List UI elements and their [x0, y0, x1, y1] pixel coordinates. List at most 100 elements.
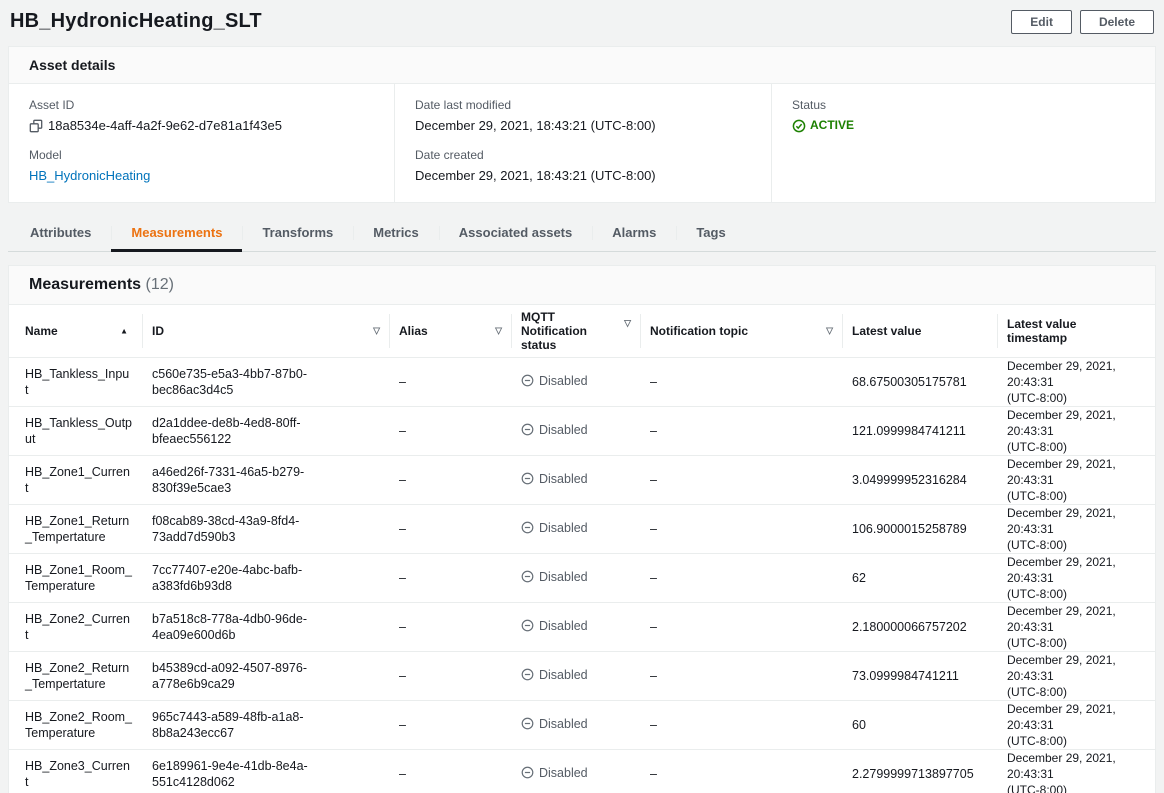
- edit-button[interactable]: Edit: [1011, 10, 1072, 34]
- measurements-table: Name ▲ ID ▽ Alias ▽ MQTT Notification st…: [9, 305, 1155, 793]
- cell-latest-value-timestamp: December 29, 2021, 20:43:31 (UTC-8:00): [997, 455, 1155, 505]
- page-header: HB_HydronicHeating_SLT Edit Delete: [0, 0, 1164, 46]
- tab-metrics[interactable]: Metrics: [353, 217, 439, 251]
- cell-latest-value-timestamp: December 29, 2021, 20:43:31 (UTC-8:00): [997, 700, 1155, 750]
- column-header-latest-value: Latest value: [842, 305, 997, 358]
- measurement-id: c560e735-e5a3-4bb7-87b0-bec86ac3d4c5: [152, 367, 307, 397]
- latest-value: 3.049999952316284: [852, 473, 967, 487]
- cell-latest-value: 106.9000015258789: [842, 504, 997, 554]
- copy-icon[interactable]: [29, 119, 43, 133]
- measurement-alias: –: [399, 473, 406, 487]
- date-created-value: December 29, 2021, 18:43:21 (UTC-8:00): [415, 168, 656, 183]
- column-header-id: ID ▽: [142, 305, 389, 358]
- latest-value: 2.2799999713897705: [852, 767, 974, 781]
- cell-mqtt-status: Disabled: [511, 700, 640, 750]
- cell-id: a46ed26f-7331-46a5-b279-830f39e5cae3: [142, 455, 389, 505]
- status-value: ACTIVE: [810, 118, 855, 132]
- filter-icon[interactable]: ▽: [373, 326, 380, 337]
- tab-measurements[interactable]: Measurements: [111, 217, 243, 252]
- cell-name: HB_Zone2_Current: [9, 602, 142, 652]
- latest-value-timestamp: December 29, 2021, 20:43:31 (UTC-8:00): [1007, 408, 1116, 454]
- table-row[interactable]: HB_Zone1_Room_Temperature 7cc77407-e20e-…: [9, 553, 1155, 603]
- cell-notification-topic: –: [640, 504, 842, 554]
- cell-notification-topic: –: [640, 553, 842, 603]
- latest-value: 68.67500305175781: [852, 375, 967, 389]
- sort-ascending-icon: ▲: [120, 326, 128, 336]
- table-row[interactable]: HB_Tankless_Output d2a1ddee-de8b-4ed8-80…: [9, 406, 1155, 456]
- latest-value: 60: [852, 718, 866, 732]
- tab-associated-assets[interactable]: Associated assets: [438, 217, 592, 251]
- cell-mqtt-status: Disabled: [511, 749, 640, 793]
- cell-id: 965c7443-a589-48fb-a1a8-8b8a243ecc67: [142, 700, 389, 750]
- table-header-row: Name ▲ ID ▽ Alias ▽ MQTT Notification st…: [9, 305, 1155, 358]
- cell-mqtt-status: Disabled: [511, 406, 640, 456]
- cell-notification-topic: –: [640, 455, 842, 505]
- measurement-alias: –: [399, 669, 406, 683]
- measurement-name: HB_Zone1_Current: [25, 465, 130, 495]
- measurement-id: 6e189961-9e4e-41db-8e4a-551c4128d062: [152, 759, 308, 789]
- disabled-icon: [521, 766, 534, 779]
- notification-topic: –: [650, 669, 657, 683]
- cell-name: HB_Zone1_Room_Temperature: [9, 553, 142, 603]
- measurement-name: HB_Zone2_Room_Temperature: [25, 710, 133, 740]
- cell-name: HB_Zone2_Return_Tempertature: [9, 651, 142, 701]
- filter-icon[interactable]: ▽: [826, 326, 833, 337]
- mqtt-status-text: Disabled: [539, 520, 588, 535]
- cell-id: c560e735-e5a3-4bb7-87b0-bec86ac3d4c5: [142, 357, 389, 407]
- table-row[interactable]: HB_Zone2_Room_Temperature 965c7443-a589-…: [9, 700, 1155, 750]
- cell-name: HB_Zone3_Current: [9, 749, 142, 793]
- measurement-name: HB_Zone2_Return_Tempertature: [25, 661, 130, 691]
- date-created-label: Date created: [415, 148, 484, 162]
- status-active-icon: [792, 119, 806, 133]
- cell-notification-topic: –: [640, 602, 842, 652]
- tab-label: Metrics: [373, 225, 419, 240]
- tab-label: Transforms: [262, 225, 334, 240]
- table-row[interactable]: HB_Zone2_Current b7a518c8-778a-4db0-96de…: [9, 602, 1155, 652]
- cell-alias: –: [389, 504, 511, 554]
- cell-alias: –: [389, 700, 511, 750]
- mqtt-status-badge: Disabled: [521, 569, 588, 585]
- cell-latest-value-timestamp: December 29, 2021, 20:43:31 (UTC-8:00): [997, 553, 1155, 603]
- cell-notification-topic: –: [640, 406, 842, 456]
- delete-button[interactable]: Delete: [1079, 10, 1154, 34]
- measurement-name: HB_Zone1_Return_Tempertature: [25, 514, 130, 544]
- date-last-modified-label: Date last modified: [415, 98, 512, 112]
- tab-alarms[interactable]: Alarms: [592, 217, 676, 251]
- table-row[interactable]: HB_Zone3_Current 6e189961-9e4e-41db-8e4a…: [9, 749, 1155, 793]
- table-row[interactable]: HB_Zone2_Return_Tempertature b45389cd-a0…: [9, 651, 1155, 701]
- cell-latest-value: 121.0999984741211: [842, 406, 997, 456]
- page-title: HB_HydronicHeating_SLT: [10, 10, 262, 32]
- tab-label: Tags: [696, 225, 726, 240]
- column-header-name[interactable]: Name ▲: [9, 305, 142, 358]
- filter-icon[interactable]: ▽: [495, 326, 502, 337]
- notification-topic: –: [650, 767, 657, 781]
- cell-mqtt-status: Disabled: [511, 504, 640, 554]
- measurements-card: Measurements (12) Name ▲ ID ▽ Alias ▽ MQ…: [8, 265, 1156, 793]
- model-link[interactable]: HB_HydronicHeating: [29, 167, 150, 184]
- notification-topic: –: [650, 571, 657, 585]
- measurement-alias: –: [399, 424, 406, 438]
- status-field: Status ACTIVE: [792, 98, 1135, 134]
- model-field: Model HB_HydronicHeating: [29, 148, 374, 184]
- cell-id: b7a518c8-778a-4db0-96de-4ea09e600d6b: [142, 602, 389, 652]
- cell-name: HB_Zone2_Room_Temperature: [9, 700, 142, 750]
- disabled-icon: [521, 619, 534, 632]
- tab-tags[interactable]: Tags: [676, 217, 745, 251]
- cell-latest-value: 2.180000066757202: [842, 602, 997, 652]
- filter-icon[interactable]: ▽: [624, 318, 631, 329]
- table-row[interactable]: HB_Tankless_Input c560e735-e5a3-4bb7-87b…: [9, 357, 1155, 407]
- tab-transforms[interactable]: Transforms: [242, 217, 353, 251]
- table-row[interactable]: HB_Zone1_Current a46ed26f-7331-46a5-b279…: [9, 455, 1155, 505]
- latest-value-timestamp: December 29, 2021, 20:43:31 (UTC-8:00): [1007, 506, 1116, 552]
- tab-attributes[interactable]: Attributes: [10, 217, 111, 251]
- latest-value-timestamp: December 29, 2021, 20:43:31 (UTC-8:00): [1007, 653, 1116, 699]
- cell-name: HB_Tankless_Input: [9, 357, 142, 407]
- cell-latest-value-timestamp: December 29, 2021, 20:43:31 (UTC-8:00): [997, 651, 1155, 701]
- measurements-title: Measurements: [29, 276, 142, 293]
- table-row[interactable]: HB_Zone1_Return_Tempertature f08cab89-38…: [9, 504, 1155, 554]
- column-header-notification-topic: Notification topic ▽: [640, 305, 842, 358]
- cell-alias: –: [389, 651, 511, 701]
- measurement-id: 965c7443-a589-48fb-a1a8-8b8a243ecc67: [152, 710, 304, 740]
- cell-name: HB_Zone1_Return_Tempertature: [9, 504, 142, 554]
- column-header-latest-value-timestamp: Latest value timestamp: [997, 305, 1155, 358]
